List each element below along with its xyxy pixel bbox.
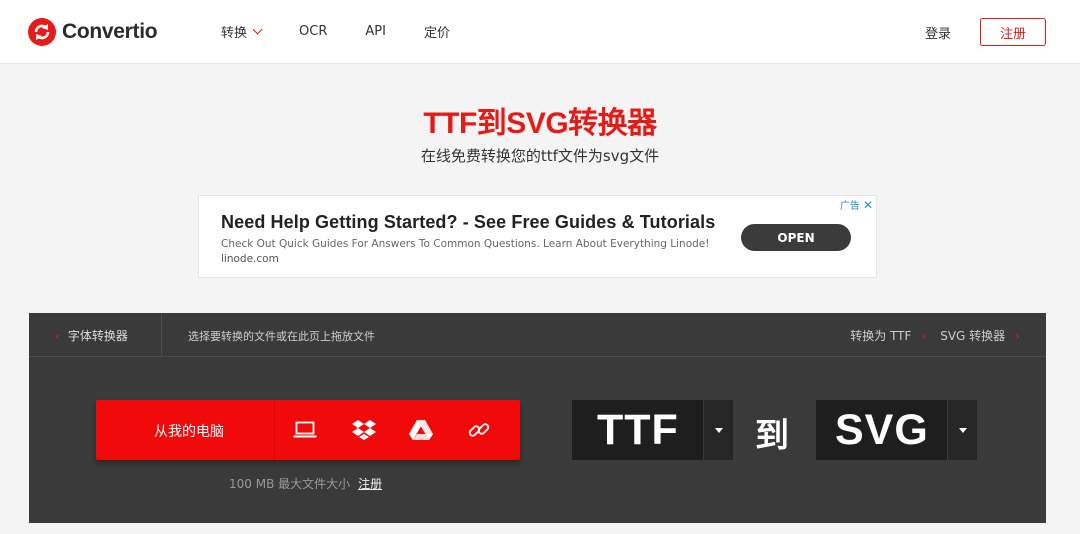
- logo[interactable]: Convertio: [28, 17, 158, 47]
- dropbox-icon[interactable]: [351, 418, 377, 442]
- ad-banner[interactable]: Need Help Getting Started? - See Free Gu…: [198, 195, 877, 278]
- ad-label: 广告: [839, 201, 860, 212]
- breadcrumb-font-converter[interactable]: ‹ 字体转换器: [55, 327, 128, 344]
- breadcrumb-svg-converter[interactable]: SVG 转换器: [940, 327, 1005, 344]
- breadcrumb-right: 转换为 TTF › SVG 转换器 ›: [850, 327, 1020, 344]
- breadcrumb-convert-to-ttf[interactable]: 转换为 TTF: [850, 327, 911, 344]
- logo-text: Convertio: [62, 20, 158, 43]
- convertio-logo-icon: [28, 18, 56, 46]
- signup-link[interactable]: 注册: [358, 477, 382, 491]
- nav-item-label: OCR: [299, 24, 328, 39]
- computer-icon[interactable]: [292, 418, 318, 442]
- from-format-dropdown[interactable]: [703, 400, 733, 460]
- nav-item-convert[interactable]: 转换: [221, 22, 263, 41]
- caret-down-icon: [958, 427, 967, 433]
- chevron-right-icon: ›: [1015, 328, 1020, 343]
- signup-button[interactable]: 注册: [980, 18, 1046, 46]
- upload-button[interactable]: 从我的电脑: [96, 400, 520, 460]
- drop-hint: 选择要转换的文件或在此页上拖放文件: [188, 330, 375, 343]
- ad-description: Check Out Quick Guides For Answers To Co…: [221, 238, 710, 250]
- to-format-dropdown[interactable]: [947, 400, 977, 460]
- file-size-limit: 100 MB 最大文件大小 注册: [229, 475, 382, 492]
- ad-headline[interactable]: Need Help Getting Started? - See Free Gu…: [221, 212, 715, 233]
- from-format-label: TTF: [597, 405, 679, 454]
- main-nav: 转换 OCR API 定价: [221, 22, 488, 41]
- toolbar-divider: [161, 313, 162, 357]
- ad-open-button[interactable]: OPEN: [741, 224, 851, 251]
- chevron-left-icon: ‹: [55, 328, 60, 343]
- page-title: TTF到SVG转换器: [423, 107, 657, 140]
- nav-item-ocr[interactable]: OCR: [299, 24, 327, 39]
- breadcrumb-label: 字体转换器: [67, 329, 128, 343]
- caret-down-icon: [714, 427, 723, 433]
- chevron-right-icon: ›: [921, 328, 927, 343]
- to-label: 到: [755, 416, 789, 456]
- ad-domain: linode.com: [221, 253, 279, 265]
- chevron-down-icon: [252, 24, 263, 35]
- nav-item-api[interactable]: API: [365, 24, 386, 39]
- url-link-icon[interactable]: [466, 418, 492, 442]
- to-format-label: SVG: [835, 405, 929, 454]
- top-header: Convertio 转换 OCR API 定价 登录 注册: [0, 0, 1080, 64]
- from-format-selector[interactable]: TTF: [572, 400, 733, 460]
- file-size-limit-text: 100 MB 最大文件大小: [229, 477, 351, 491]
- converter-toolbar: ‹ 字体转换器 选择要转换的文件或在此页上拖放文件 转换为 TTF › SVG …: [29, 313, 1046, 357]
- login-link[interactable]: 登录: [925, 23, 951, 42]
- nav-item-label: 定价: [423, 26, 450, 41]
- to-format-selector[interactable]: SVG: [816, 400, 977, 460]
- google-drive-icon[interactable]: [408, 418, 434, 442]
- converter-panel: ‹ 字体转换器 选择要转换的文件或在此页上拖放文件 转换为 TTF › SVG …: [29, 313, 1046, 523]
- nav-item-pricing[interactable]: 定价: [424, 22, 450, 41]
- nav-item-label: API: [365, 24, 386, 39]
- upload-from-computer-label: 从我的电脑: [154, 424, 224, 440]
- page-subtitle: 在线免费转换您的ttf文件为svg文件: [420, 147, 660, 165]
- ad-choices[interactable]: 广告 ✕: [839, 197, 873, 213]
- nav-item-label: 转换: [221, 26, 248, 41]
- close-icon[interactable]: ✕: [863, 199, 873, 211]
- upload-divider: [274, 400, 275, 460]
